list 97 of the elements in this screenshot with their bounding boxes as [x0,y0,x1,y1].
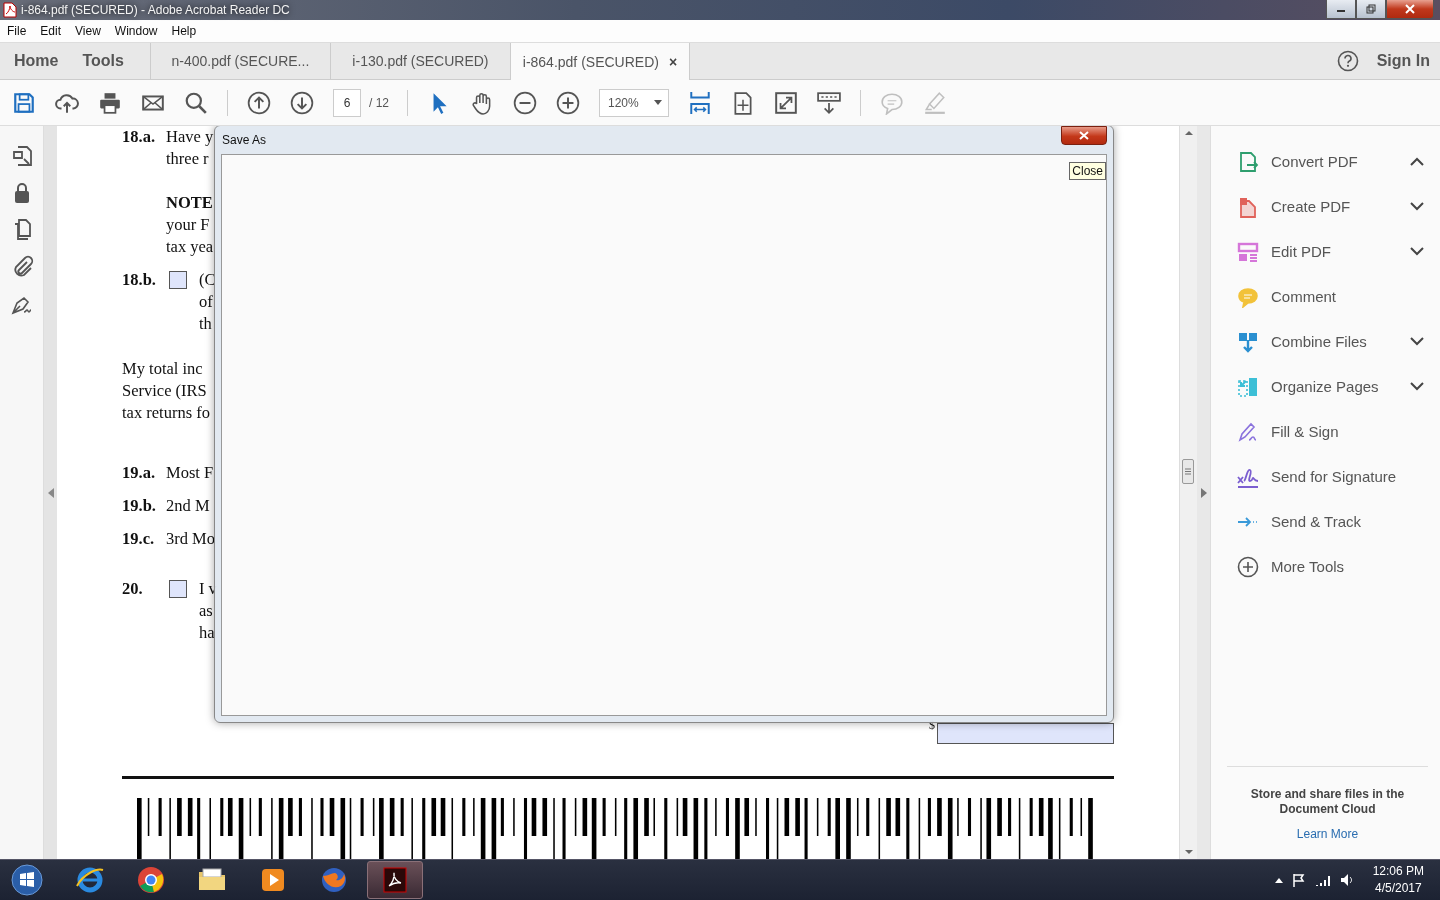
checkbox[interactable] [169,271,187,289]
item-number: 19.b. [122,495,157,517]
item-number: 19.c. [122,528,156,550]
form-text: ha [199,622,216,644]
tool-item[interactable]: Organize Pages [1237,364,1424,409]
form-text: Most F [166,462,214,484]
minimize-button[interactable] [1326,0,1356,19]
scrollbar[interactable] [1179,126,1197,859]
tooltip: Close [1069,162,1106,180]
nav-tab[interactable]: Tools [70,43,136,79]
next-page-icon[interactable] [290,90,314,115]
clock-time: 12:06 PM [1372,863,1424,880]
form-text: 3rd Mo [166,528,216,550]
tool-item[interactable]: Create PDF [1237,184,1424,229]
form-text: of [199,291,214,313]
taskbar-app[interactable] [367,861,423,899]
form-text: as [199,600,214,622]
document-tab[interactable]: n-400.pdf (SECURE... [149,43,330,79]
tab-close-button[interactable]: × [668,53,678,70]
caret-icon [654,100,662,105]
restore-icon [1366,4,1376,14]
search-icon[interactable] [184,90,208,115]
learn-more-link[interactable]: Learn More [1296,827,1359,841]
form-text: your F [166,214,211,236]
help-icon[interactable] [1336,50,1359,72]
menu-item[interactable]: Window [114,24,166,38]
menu-item[interactable]: Edit [40,24,70,38]
document-tab[interactable]: i-130.pdf (SECURED) [329,43,510,79]
tab-label: i-130.pdf (SECURED) [352,53,489,69]
page-count: / 12 [369,95,389,110]
show-hidden-icons[interactable] [1274,877,1283,883]
form-text: three r [166,148,210,170]
scrollbar-thumb[interactable] [1182,459,1194,484]
nav-tab[interactable]: Home [0,43,71,79]
form-text: My total inc [122,358,204,380]
form-text: Service (IRS [122,380,208,402]
tab-label: n-400.pdf (SECURE... [171,53,310,69]
chevron-icon[interactable] [1410,382,1424,391]
tool-item[interactable]: More Tools [1237,544,1424,589]
sign-in-link[interactable]: Sign In [1376,43,1430,79]
pdf-file-icon [3,2,17,18]
chevron-icon[interactable] [1410,337,1424,346]
print-icon[interactable] [98,90,122,115]
signal-icon[interactable] [1314,874,1331,886]
full-screen-icon[interactable] [774,90,798,115]
browser-circle-icon [135,864,167,896]
keyboard-icon[interactable] [817,90,841,115]
collapse-left-icon[interactable] [47,487,54,498]
tool-item[interactable]: Edit PDF [1237,229,1424,274]
form-text: Have y [166,126,214,148]
tab-label: i-864.pdf (SECURED) [522,53,659,70]
menu-item[interactable]: File [7,24,35,38]
menu-item[interactable]: View [75,24,109,38]
restore-button[interactable] [1356,0,1386,19]
flag-icon[interactable] [1291,873,1306,887]
form-text: 2nd M [166,495,210,517]
item-number: 19.a. [122,462,156,484]
zoom-in-icon[interactable] [556,90,580,115]
form-text: tax returns fo [122,402,210,424]
previous-page-icon[interactable] [247,90,271,115]
window-title: i-864.pdf (SECURED) - Adobe Acrobat Reader DC [21,3,290,17]
form-text: th [199,313,213,335]
tool-item[interactable]: Fill & Sign [1237,409,1424,454]
menu-item[interactable]: Help [171,24,205,38]
form-text: tax yea [166,236,214,258]
chevron-icon[interactable] [1410,202,1424,211]
amount-field[interactable] [937,723,1114,744]
fit-width-icon[interactable] [688,90,712,115]
start-button[interactable] [10,863,44,897]
chevron-icon[interactable] [1410,157,1424,166]
tool-item[interactable]: Send & Track [1237,499,1424,544]
save-icon[interactable] [12,90,36,115]
cloud-promo-text: Store and share files in the Document Cloud [1249,787,1406,817]
close-button[interactable] [1386,0,1434,19]
zoom-out-icon[interactable] [513,90,537,115]
zoom-dropdown[interactable]: 120% [599,88,669,117]
tool-item[interactable]: Combine Files [1237,319,1424,364]
tool-item[interactable]: Send for Signature [1237,454,1424,499]
document-tab[interactable]: i-864.pdf (SECURED) × [509,43,690,80]
grip-icon [1185,468,1191,475]
close-icon [1079,131,1089,140]
tool-item[interactable]: Comment [1237,274,1424,319]
form-text: NOTE [166,192,214,214]
dialog-close-button[interactable] [1061,126,1107,145]
clock-date: 4/5/2017 [1374,880,1422,897]
close-icon [1405,4,1415,14]
item-number: 18.a. [122,126,156,148]
page-number-field[interactable]: 6 [333,88,361,117]
chevron-icon[interactable] [1410,247,1424,256]
page-move-icon[interactable] [731,90,755,115]
item-number: 20. [122,578,144,600]
checkbox[interactable] [169,580,187,598]
expand-right-icon[interactable] [1200,487,1207,498]
form-text: (C [199,269,216,291]
item-number: 18.b. [122,269,157,291]
dialog-title: Save As [222,133,267,147]
tool-item[interactable]: Convert PDF [1237,139,1424,184]
